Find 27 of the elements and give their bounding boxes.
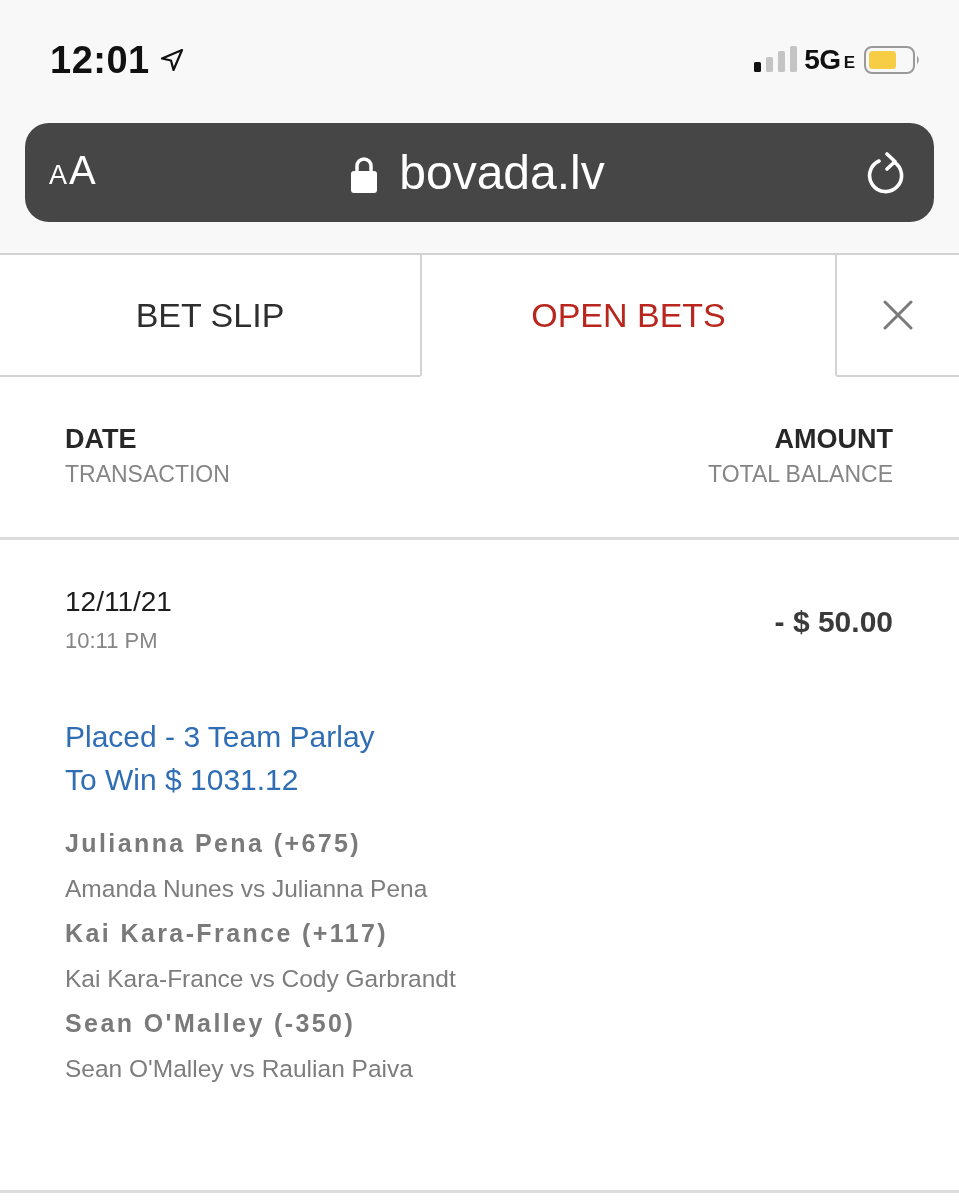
selection-event: Sean O'Malley vs Raulian Paiva [65,1054,413,1084]
bet-status: Placed - 3 Team Parlay [65,719,375,755]
transaction-time: 10:11 PM [65,627,158,655]
column-subtitle: TRANSACTION [65,460,230,489]
signal-bars-icon [754,46,799,72]
network-type: 5G [804,44,841,76]
tab[interactable]: OPEN BETS [420,255,837,377]
close-icon [883,300,913,330]
lock-icon [351,156,378,193]
selection-pick: Sean O'Malley (-350) [65,1008,356,1039]
text-size-button[interactable]: AA [49,148,96,197]
transaction-amount: - $ 50.00 [774,603,893,640]
battery-icon [864,46,921,74]
column-subtitle: TOTAL BALANCE [708,460,893,489]
selection-pick: Julianna Pena (+675) [65,828,362,859]
column-title: AMOUNT [774,423,893,456]
location-arrow-icon [159,48,184,72]
selection-pick: Kai Kara-France (+117) [65,918,389,949]
column-title: DATE [65,423,137,456]
url-text: bovada.lv [399,144,605,201]
selection-event: Amanda Nunes vs Julianna Pena [65,874,428,904]
status-time: 12:01 [50,38,150,82]
selection-event: Kai Kara-France vs Cody Garbrandt [65,964,456,994]
address-bar[interactable]: AA bovada.lv [25,123,934,222]
network-suffix: E [843,53,855,73]
to-win-amount: To Win $ 1031.12 [65,762,299,798]
transaction-date: 12/11/21 [65,585,172,619]
